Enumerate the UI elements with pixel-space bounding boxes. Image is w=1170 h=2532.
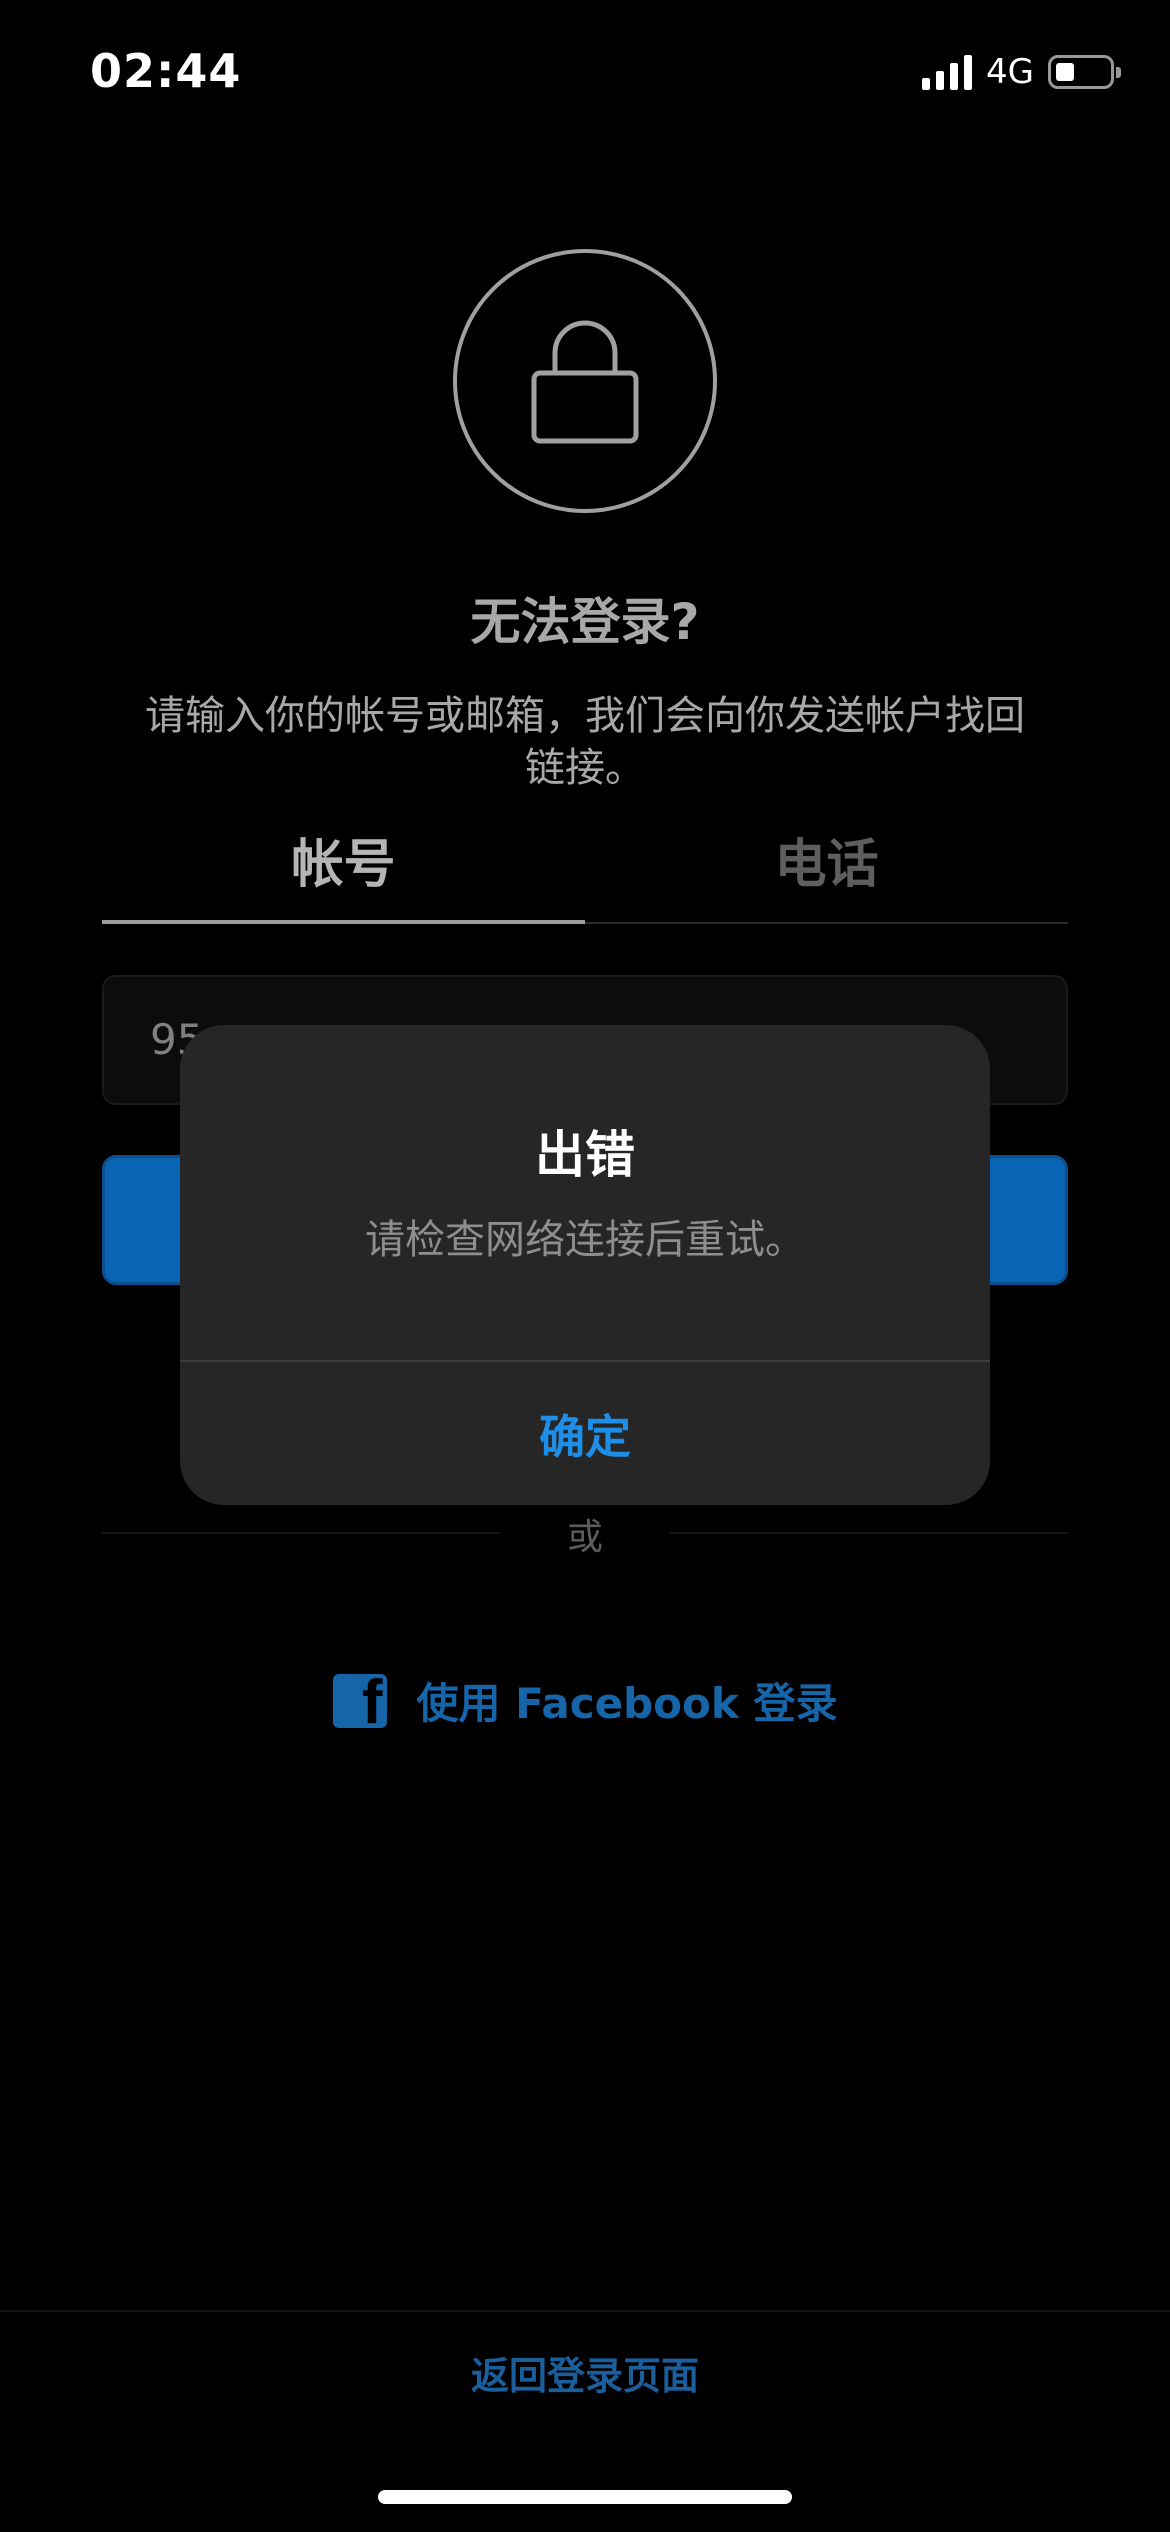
facebook-icon: f [332, 1673, 387, 1728]
error-alert: 出错 请检查网络连接后重试。 确定 [180, 1025, 990, 1505]
facebook-login-button[interactable]: f 使用 Facebook 登录 [0, 1670, 1170, 1731]
status-time: 02:44 [90, 44, 242, 98]
or-label: 或 [566, 1517, 603, 1558]
tab-phone[interactable]: 电话 [585, 822, 1068, 897]
alert-message: 请检查网络连接后重试。 [365, 1217, 805, 1263]
status-indicators: 4G [922, 52, 1121, 92]
footer-divider [0, 2310, 1170, 2312]
network-type: 4G [986, 52, 1034, 92]
lock-icon [453, 249, 717, 513]
alert-ok-button[interactable]: 确定 [180, 1362, 990, 1505]
tab-active-indicator [102, 920, 585, 924]
home-indicator[interactable] [378, 2490, 792, 2504]
page-title: 无法登录? [470, 593, 700, 651]
back-to-login-link[interactable]: 返回登录页面 [0, 2345, 1170, 2400]
signal-icon [922, 54, 973, 90]
facebook-login-label: 使用 Facebook 登录 [416, 1679, 838, 1728]
alert-title: 出错 [535, 1126, 635, 1184]
battery-icon [1048, 55, 1121, 89]
page-description: 请输入你的帐号或邮箱，我们会向你发送帐户找回链接。 [145, 693, 1025, 791]
tab-account[interactable]: 帐号 [102, 822, 585, 897]
